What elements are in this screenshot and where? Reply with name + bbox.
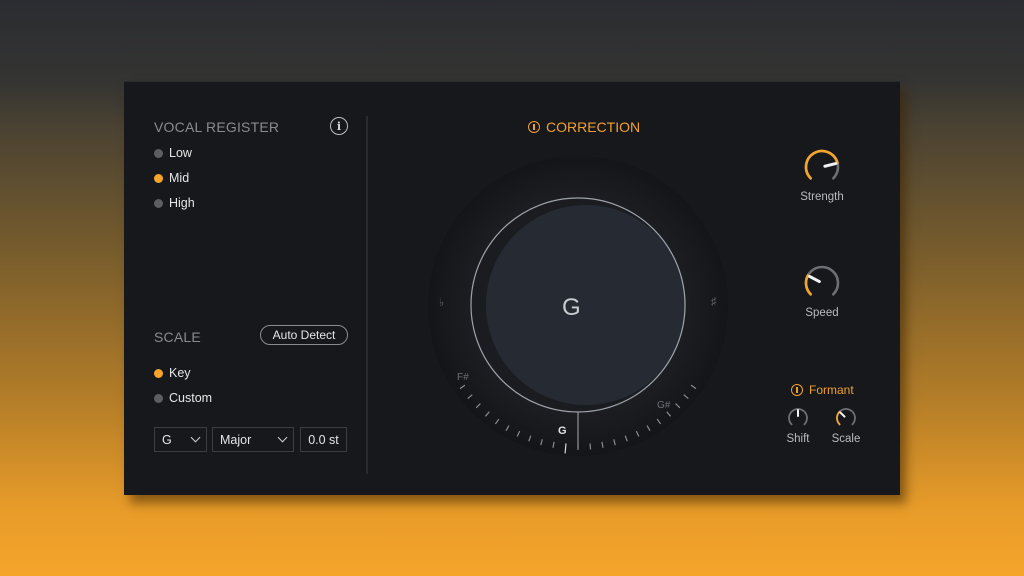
scale-option-label: Key [169, 366, 191, 380]
transpose-field[interactable]: 0.0 st [300, 427, 347, 452]
formant-toggle[interactable]: Formant [791, 383, 854, 397]
strength-label: Strength [800, 191, 844, 203]
chevron-down-icon [190, 432, 201, 443]
correction-title: CORRECTION [546, 119, 641, 135]
power-icon [528, 121, 540, 133]
register-option-high[interactable]: High [154, 196, 195, 210]
radio-dot [154, 148, 163, 158]
radio-dot-selected [154, 368, 163, 378]
section-divider [366, 116, 368, 474]
strength-knob[interactable] [802, 147, 842, 192]
mode-select[interactable]: Major [212, 427, 294, 452]
note-label-right: G# [657, 400, 671, 411]
radio-dot-selected [154, 173, 163, 183]
dial-tick [589, 443, 592, 450]
knob-dial[interactable] [834, 406, 858, 430]
power-icon [791, 384, 803, 396]
register-option-label: High [169, 196, 195, 210]
key-select-value: G [162, 432, 172, 447]
knob-track [804, 265, 840, 296]
scale-option-label: Custom [169, 391, 213, 405]
register-option-mid[interactable]: Mid [154, 171, 189, 185]
radio-dot [154, 393, 163, 403]
current-note: G [562, 294, 581, 321]
knob-dial[interactable] [802, 147, 842, 187]
speed-knob[interactable] [802, 263, 842, 308]
correction-toggle[interactable]: CORRECTION [528, 119, 640, 135]
flat-label: ♭ [439, 297, 445, 309]
transpose-value: 0.0 st [308, 432, 339, 447]
chevron-down-icon [277, 432, 288, 443]
knob-indicator [808, 274, 821, 284]
mode-select-value: Major [220, 432, 252, 447]
note-label-left: F# [457, 372, 469, 383]
register-option-low[interactable]: Low [154, 146, 192, 160]
knob-value-arc [836, 410, 841, 426]
sharp-label: ♯ [711, 296, 717, 308]
note-label-center: G [558, 425, 567, 437]
auto-detect-button[interactable]: Auto Detect [260, 325, 348, 345]
pitch-disk [486, 205, 686, 405]
info-icon[interactable]: i [330, 117, 348, 135]
scale-knob-label: Scale [831, 433, 861, 445]
knob-indicator [839, 411, 846, 418]
scale-option-key[interactable]: Key [154, 366, 191, 380]
scale-title: SCALE [154, 329, 201, 345]
register-option-label: Mid [169, 171, 190, 185]
speed-label: Speed [805, 307, 839, 319]
vocal-register-title: VOCAL REGISTER [154, 119, 280, 135]
shift-label: Shift [786, 433, 810, 445]
key-select[interactable]: G [154, 427, 207, 452]
register-option-label: Low [169, 146, 192, 160]
radio-dot [154, 198, 163, 208]
pitch-correction-panel: VOCAL REGISTER i Low Mid High SCALE Auto… [124, 81, 900, 495]
knob-indicator [823, 162, 838, 168]
knob-dial[interactable] [786, 406, 810, 430]
knob-dial[interactable] [802, 263, 842, 303]
scale-option-custom[interactable]: Custom [154, 391, 212, 405]
formant-title: Formant [809, 383, 854, 397]
formant-scale-knob[interactable] [834, 406, 858, 435]
formant-shift-knob[interactable] [786, 406, 810, 435]
